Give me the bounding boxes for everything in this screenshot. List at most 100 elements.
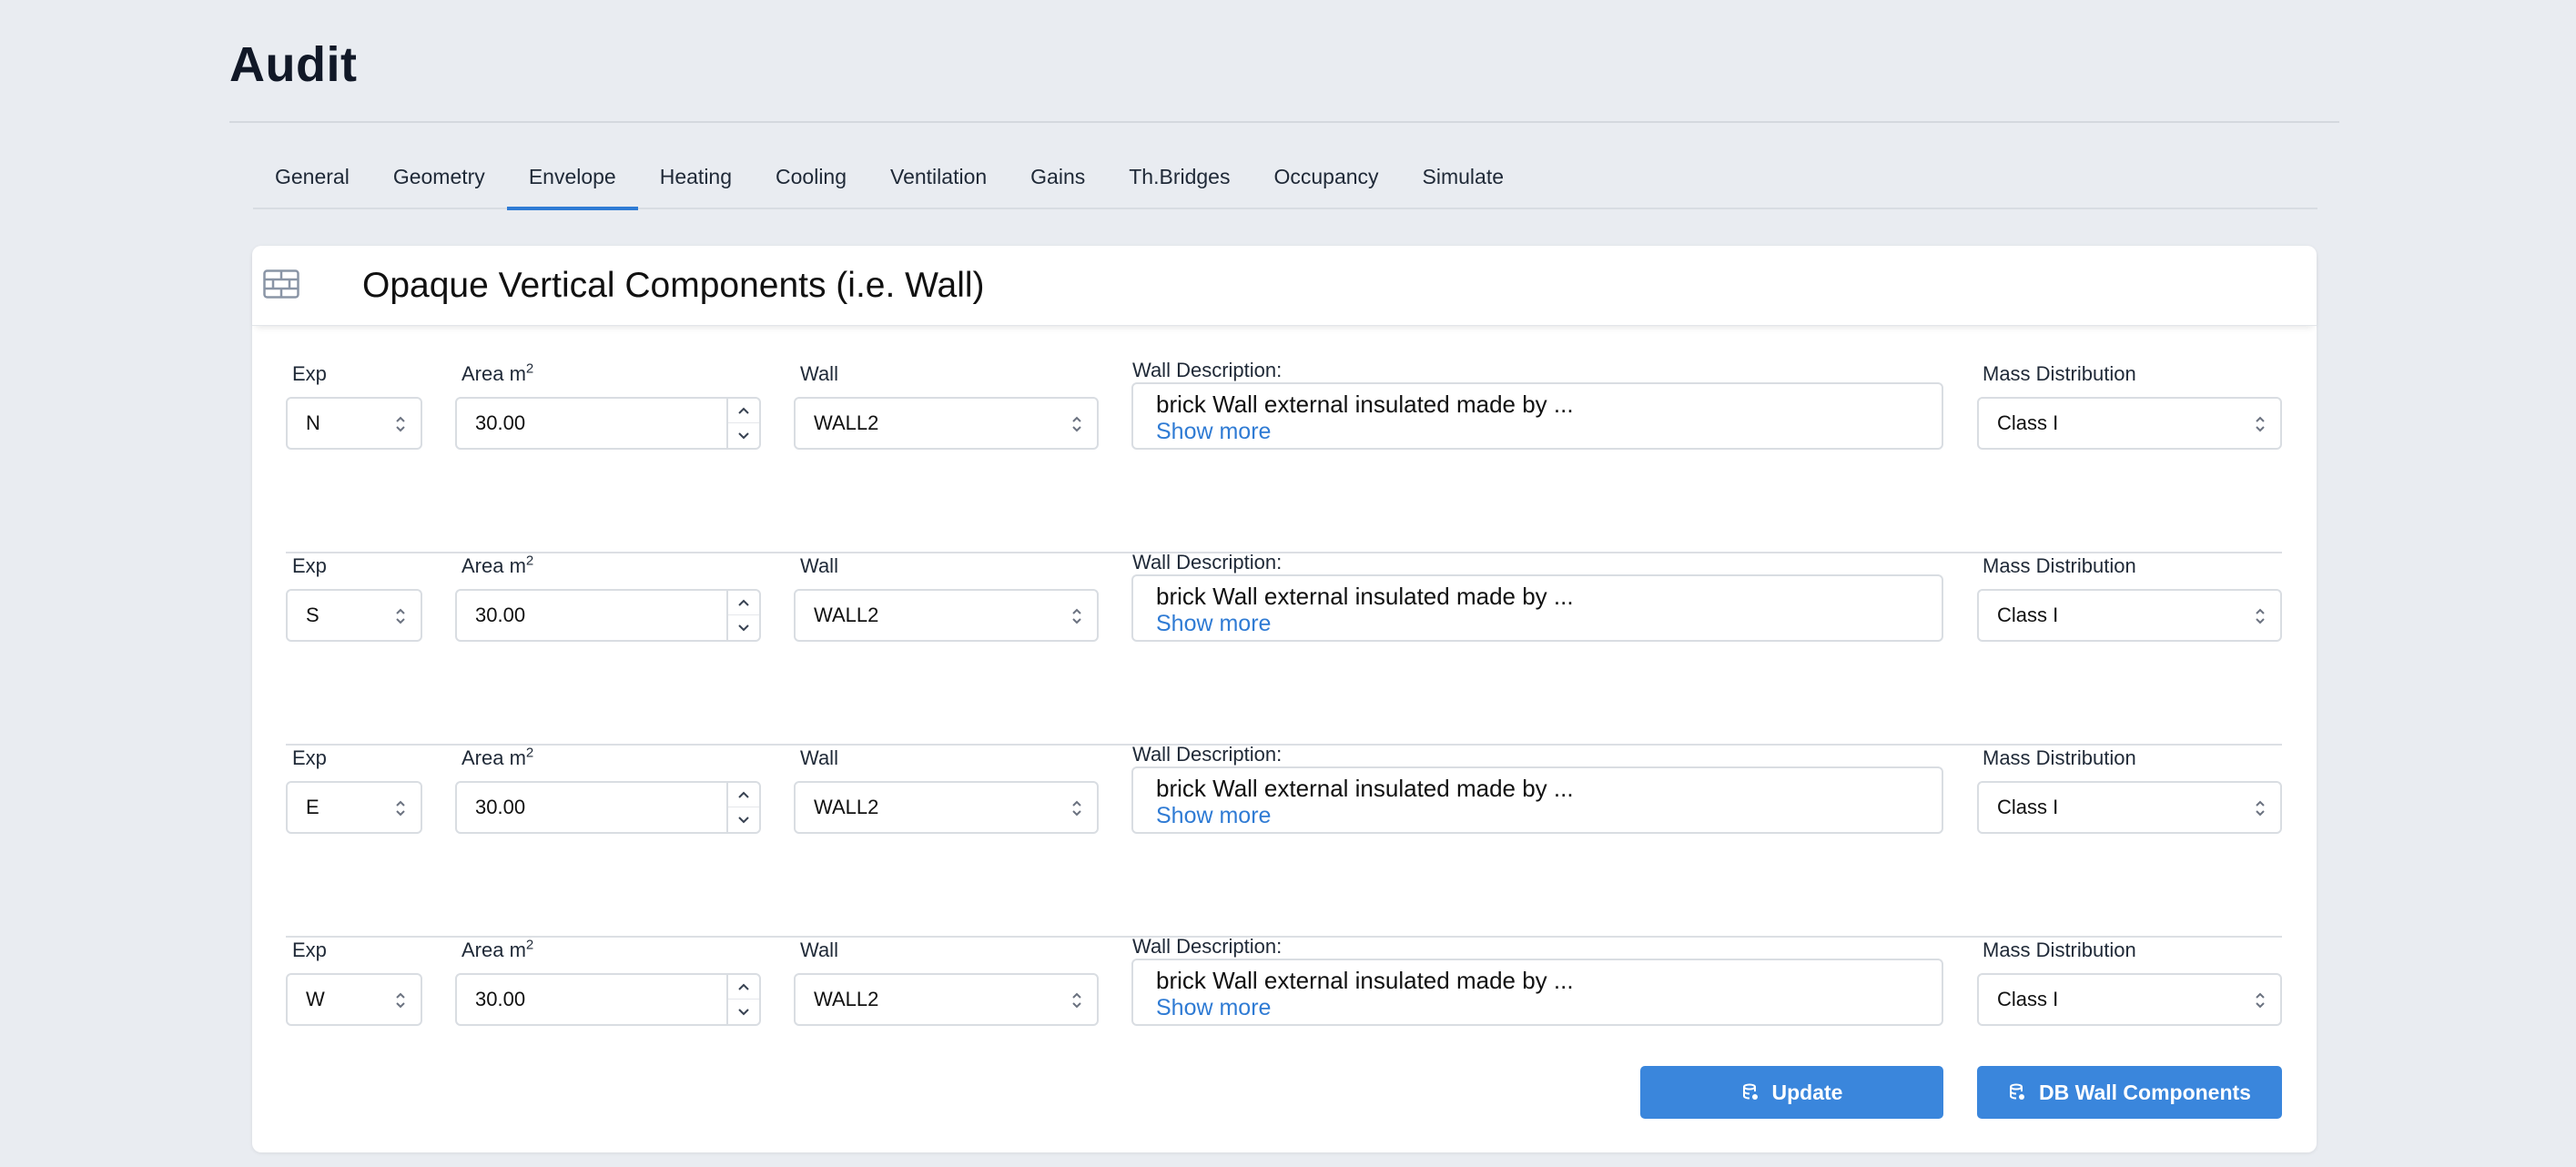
update-button-label: Update: [1771, 1080, 1843, 1104]
wall-row: Exp E Area m2 30.00 Wall WALL2 Wall Desc…: [286, 743, 2282, 938]
mass-distribution-select[interactable]: Class I: [1977, 973, 2282, 1026]
db-wall-components-label: DB Wall Components: [2039, 1080, 2251, 1104]
exp-value: S: [306, 604, 319, 626]
tab-heating[interactable]: Heating: [638, 146, 754, 208]
select-arrows-icon: [396, 416, 405, 432]
chevron-down-icon: [738, 624, 749, 631]
tab-envelope[interactable]: Envelope: [506, 146, 638, 210]
select-arrows-icon: [396, 800, 405, 817]
area-label: Area m2: [461, 937, 534, 961]
wall-description-label: Wall Description:: [1132, 935, 1283, 958]
tab-cooling[interactable]: Cooling: [754, 146, 868, 208]
wall-description-box: brick Wall external insulated made by ..…: [1131, 766, 1943, 834]
increment-button[interactable]: [728, 591, 759, 615]
mass-distribution-value: Class I: [1997, 411, 2059, 434]
wall-value: WALL2: [814, 988, 879, 1010]
tab-gains[interactable]: Gains: [1009, 146, 1107, 208]
select-arrows-icon: [396, 992, 405, 1009]
mass-distribution-select[interactable]: Class I: [1977, 589, 2282, 642]
tab-geometry[interactable]: Geometry: [371, 146, 507, 208]
chevron-down-icon: [738, 431, 749, 439]
mass-distribution-label: Mass Distribution: [1983, 746, 2136, 769]
area-value: 30.00: [475, 796, 526, 818]
db-wall-components-button[interactable]: DB Wall Components: [1977, 1066, 2282, 1119]
wall-select[interactable]: WALL2: [794, 589, 1099, 642]
wall-description-box: brick Wall external insulated made by ..…: [1131, 959, 1943, 1026]
update-button[interactable]: Update: [1640, 1066, 1943, 1119]
area-input[interactable]: 30.00: [455, 589, 761, 642]
exp-select[interactable]: N: [286, 397, 422, 450]
exp-value: N: [306, 411, 320, 434]
page-title: Audit: [229, 37, 358, 92]
chevron-up-icon: [738, 599, 749, 606]
row-divider: [286, 744, 2282, 746]
wall-description-box: brick Wall external insulated made by ..…: [1131, 382, 1943, 450]
database-icon: [2010, 1083, 2024, 1100]
exp-label: Exp: [292, 554, 327, 577]
wall-description-label: Wall Description:: [1132, 743, 1283, 766]
area-input[interactable]: 30.00: [455, 781, 761, 834]
show-more-link[interactable]: Show more: [1156, 995, 1942, 1020]
increment-button[interactable]: [728, 783, 759, 807]
decrement-button[interactable]: [728, 423, 759, 448]
show-more-link[interactable]: Show more: [1156, 803, 1942, 828]
select-arrows-icon: [1072, 416, 1081, 432]
area-input[interactable]: 30.00: [455, 397, 761, 450]
wall-select[interactable]: WALL2: [794, 397, 1099, 450]
wall-label: Wall: [800, 746, 838, 769]
select-arrows-icon: [1072, 992, 1081, 1009]
exp-value: E: [306, 796, 319, 818]
area-stepper: [726, 975, 759, 1024]
exp-select[interactable]: W: [286, 973, 422, 1026]
wall-description-box: brick Wall external insulated made by ..…: [1131, 574, 1943, 642]
tab-general[interactable]: General: [253, 146, 371, 208]
tab-simulate[interactable]: Simulate: [1401, 146, 1526, 208]
wall-select[interactable]: WALL2: [794, 781, 1099, 834]
mass-distribution-label: Mass Distribution: [1983, 362, 2136, 385]
row-divider: [286, 936, 2282, 938]
wall-description-label: Wall Description:: [1132, 551, 1283, 573]
mass-distribution-label: Mass Distribution: [1983, 939, 2136, 961]
area-label: Area m2: [461, 360, 534, 385]
exp-select[interactable]: S: [286, 589, 422, 642]
select-arrows-icon: [1072, 608, 1081, 624]
exp-select[interactable]: E: [286, 781, 422, 834]
decrement-button[interactable]: [728, 615, 759, 640]
select-arrows-icon: [1072, 800, 1081, 817]
mass-distribution-select[interactable]: Class I: [1977, 781, 2282, 834]
area-stepper: [726, 591, 759, 640]
mass-distribution-select[interactable]: Class I: [1977, 397, 2282, 450]
increment-button[interactable]: [728, 975, 759, 1000]
title-divider: [229, 121, 2339, 123]
decrement-button[interactable]: [728, 1000, 759, 1024]
area-label: Area m2: [461, 745, 534, 769]
tab-occupancy[interactable]: Occupancy: [1252, 146, 1400, 208]
tab-bar: General Geometry Envelope Heating Coolin…: [253, 146, 2317, 210]
chevron-down-icon: [738, 1008, 749, 1015]
card-header: Opaque Vertical Components (i.e. Wall): [252, 246, 2317, 326]
wall-label: Wall: [800, 939, 838, 961]
wall-value: WALL2: [814, 604, 879, 626]
increment-button[interactable]: [728, 399, 759, 423]
wall-label: Wall: [800, 554, 838, 577]
select-arrows-icon: [2256, 416, 2265, 432]
select-arrows-icon: [2256, 800, 2265, 817]
mass-distribution-label: Mass Distribution: [1983, 554, 2136, 577]
wall-description-text: brick Wall external insulated made by ..…: [1156, 583, 1574, 610]
wall-components-card: Opaque Vertical Components (i.e. Wall) E…: [252, 246, 2317, 1152]
exp-value: W: [306, 988, 325, 1010]
wall-row: Exp W Area m2 30.00 Wall WALL2 Wall Desc…: [286, 935, 2282, 1030]
tab-ventilation[interactable]: Ventilation: [868, 146, 1009, 208]
tab-thbridges[interactable]: Th.Bridges: [1107, 146, 1252, 208]
chevron-down-icon: [738, 816, 749, 823]
area-input[interactable]: 30.00: [455, 973, 761, 1026]
wall-select[interactable]: WALL2: [794, 973, 1099, 1026]
wall-value: WALL2: [814, 411, 879, 434]
brick-wall-icon: [263, 269, 299, 299]
area-value: 30.00: [475, 411, 526, 434]
exp-label: Exp: [292, 939, 327, 961]
chevron-up-icon: [738, 791, 749, 798]
show-more-link[interactable]: Show more: [1156, 611, 1942, 636]
show-more-link[interactable]: Show more: [1156, 419, 1942, 444]
decrement-button[interactable]: [728, 807, 759, 832]
